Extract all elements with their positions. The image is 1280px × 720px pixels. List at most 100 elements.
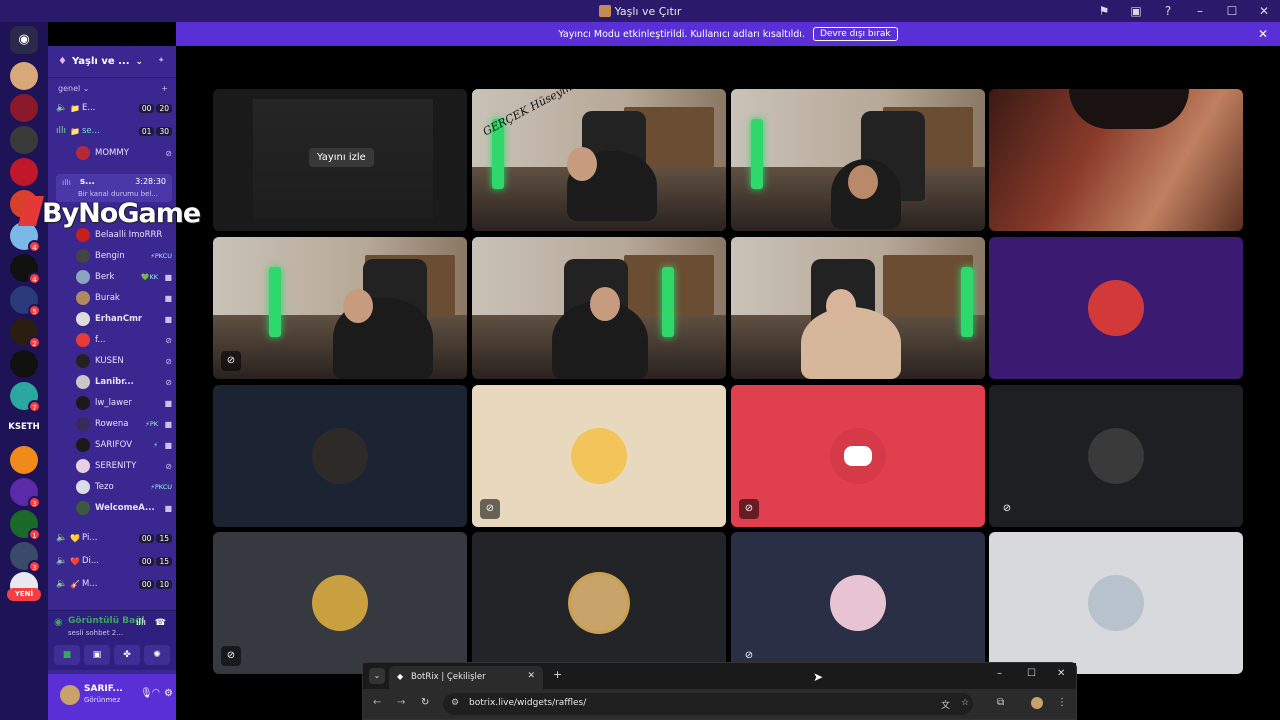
channel-name: Pi...	[82, 533, 98, 543]
avatar-tile[interactable]	[472, 532, 726, 674]
server-icon[interactable]	[10, 158, 38, 186]
discord-home-icon[interactable]: ◉	[10, 26, 38, 54]
avatar-tile[interactable]: ⊘	[731, 532, 985, 674]
screen-icon[interactable]: ▣	[1128, 4, 1144, 18]
server-icon[interactable]: 3	[10, 478, 41, 509]
server-icon[interactable]	[10, 126, 38, 154]
server-header[interactable]: ♦ Yaşlı ve ... ⌄ ⁺	[48, 46, 176, 78]
user-name: SARIF...	[84, 684, 123, 694]
video-tile[interactable]: ⊘	[213, 237, 467, 379]
add-channel-icon[interactable]: +	[161, 84, 168, 93]
close-tab-icon[interactable]: ✕	[527, 671, 535, 681]
disable-streamer-mode-button[interactable]: Devre dışı bırak	[812, 27, 898, 41]
watch-stream-button[interactable]: Yayını izle	[309, 148, 374, 167]
voice-user[interactable]: SARIFOV ⚡ ■	[76, 435, 172, 455]
maximize-button[interactable]: ☐	[1224, 4, 1240, 18]
avatar-tile[interactable]: ⊘	[213, 532, 467, 674]
avatar[interactable]	[60, 685, 80, 705]
minimize-browser-button[interactable]: –	[997, 668, 1002, 679]
back-icon[interactable]: ←	[373, 697, 381, 708]
profile-avatar[interactable]	[1031, 697, 1043, 709]
voice-user[interactable]: Rowena ⚡PK ■	[76, 414, 172, 434]
reload-icon[interactable]: ↻	[421, 697, 429, 708]
screen-share-button[interactable]: ▣	[84, 645, 110, 665]
server-icon[interactable]	[10, 94, 38, 122]
maximize-browser-button[interactable]: ☐	[1027, 668, 1036, 679]
server-icon[interactable]: 3	[10, 542, 41, 573]
close-window-button[interactable]: ✕	[1256, 4, 1272, 18]
disconnect-icon[interactable]: ☎	[155, 618, 166, 628]
browser-tab[interactable]: ◆ BotRix | Çekilişler ✕	[389, 666, 543, 689]
close-banner-icon[interactable]: ✕	[1258, 27, 1268, 41]
avatar-tile[interactable]: ⊘	[731, 385, 985, 527]
server-icon[interactable]: 2	[10, 318, 41, 349]
voice-channel[interactable]: 🔈 ❤️ Di... 00 15	[56, 552, 172, 570]
voice-channel[interactable]: 🔈 💛 Pi... 00 15	[56, 529, 172, 547]
participant-avatar	[571, 575, 627, 631]
server-icon[interactable]	[10, 446, 38, 474]
voice-user[interactable]: f... ⊘	[76, 330, 172, 350]
camera-button[interactable]: ■	[54, 645, 80, 665]
screen-share-tile[interactable]: Yayını izle	[213, 89, 467, 231]
user-limit: 15	[156, 556, 172, 566]
server-icon[interactable]	[10, 350, 38, 378]
bookmark-star-icon[interactable]: ☆	[961, 698, 969, 708]
speaker-icon: 🔈	[56, 103, 68, 113]
voice-user[interactable]: Bengin ⚡PKCU	[76, 246, 172, 266]
voice-user[interactable]: lw_lawer ■	[76, 393, 172, 413]
voice-user[interactable]: WelcomeA... ■	[76, 498, 172, 518]
avatar-tile[interactable]: ⊘	[989, 385, 1243, 527]
voice-channel[interactable]: ıllı 📁 se... 01 30	[56, 122, 172, 140]
voice-user[interactable]: KUSEN ⊘	[76, 351, 172, 371]
noise-suppression-icon[interactable]: ıllı	[136, 618, 146, 628]
forward-icon[interactable]: →	[397, 697, 405, 708]
server-icon[interactable]: 5	[10, 286, 41, 317]
add-member-icon[interactable]: ⁺	[158, 55, 164, 68]
voice-channel-name[interactable]: sesli sohbet 2...	[68, 629, 123, 637]
category-genel[interactable]: genel ⌄ +	[58, 84, 168, 93]
video-tile[interactable]	[731, 237, 985, 379]
avatar-tile[interactable]	[989, 237, 1243, 379]
server-icon[interactable]	[10, 62, 38, 90]
tab-search-icon[interactable]: ⌄	[369, 668, 385, 684]
server-icon[interactable]: 1	[10, 510, 41, 541]
deafened-icon: ⊘	[165, 148, 172, 158]
server-icon[interactable]: 4	[10, 254, 41, 285]
voice-user[interactable]: SERENİTY ⊘	[76, 456, 172, 476]
voice-user[interactable]: MOMMY ⊘	[76, 143, 172, 163]
voice-user[interactable]: ErhanCmr ■	[76, 309, 172, 329]
avatar-tile[interactable]: ⊘	[472, 385, 726, 527]
avatar	[76, 501, 90, 515]
voice-user[interactable]: Berk 💚KK ■	[76, 267, 172, 287]
minimize-button[interactable]: –	[1192, 4, 1208, 18]
menu-kebab-icon[interactable]: ⋮	[1057, 697, 1067, 708]
video-tile[interactable]: GERÇEK Hüseyin	[472, 89, 726, 231]
close-browser-button[interactable]: ✕	[1057, 668, 1065, 679]
voice-user[interactable]: Tezo ⚡PKCU	[76, 477, 172, 497]
voice-user[interactable]: Burak ■	[76, 288, 172, 308]
settings-gear-icon[interactable]: ⚙	[164, 688, 173, 699]
voice-channel[interactable]: 🔈 🎸 M... 00 10	[56, 575, 172, 593]
headphones-icon[interactable]: ◠	[152, 688, 160, 698]
avatar-tile[interactable]	[989, 532, 1243, 674]
tab-title: BotRix | Çekilişler	[411, 672, 486, 682]
soundboard-button[interactable]: ✺	[144, 645, 170, 665]
extensions-icon[interactable]: ⧉	[997, 697, 1004, 708]
address-bar[interactable]: ⚙ botrix.live/widgets/raffles/ 文 ☆	[443, 693, 973, 715]
avatar-tile[interactable]	[213, 385, 467, 527]
server-icon[interactable]: 7	[10, 382, 41, 413]
new-tab-icon[interactable]: +	[553, 668, 562, 681]
translate-icon[interactable]: 文	[941, 698, 950, 711]
help-icon[interactable]: ?	[1160, 4, 1176, 18]
inbox-flag-icon[interactable]: ⚑	[1096, 4, 1112, 18]
photo-tile[interactable]	[989, 89, 1243, 231]
logo-mark	[17, 196, 45, 226]
voice-user[interactable]: Lanibr... ⊘	[76, 372, 172, 392]
activities-button[interactable]: ✤	[114, 645, 140, 665]
site-info-icon[interactable]: ⚙	[451, 698, 459, 708]
video-tile[interactable]	[472, 237, 726, 379]
video-tile[interactable]	[731, 89, 985, 231]
microphone-icon[interactable]: 🎙	[140, 688, 153, 699]
voice-channel[interactable]: 🔈 📁 E... 00 20	[56, 99, 172, 117]
server-kseth-label[interactable]: KSETH	[0, 422, 48, 432]
